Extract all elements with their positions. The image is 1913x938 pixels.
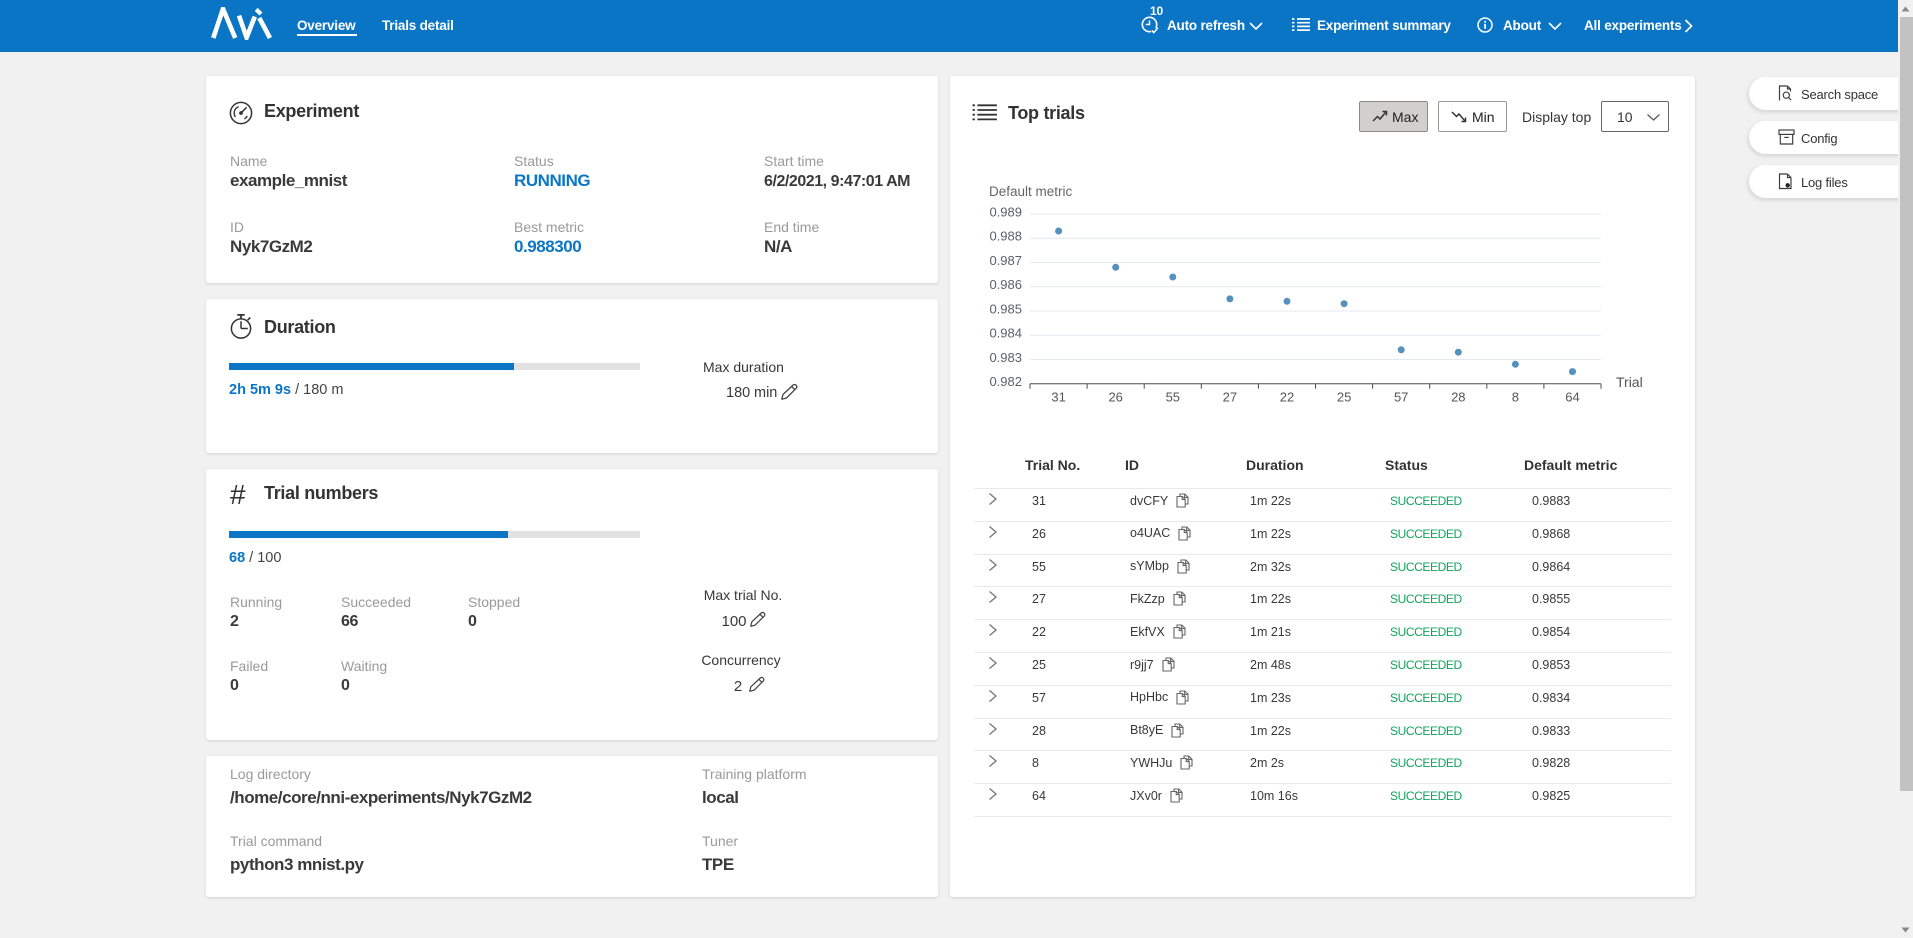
svg-text:0.987: 0.987 (989, 253, 1022, 268)
svg-text:22: 22 (1280, 390, 1294, 405)
svg-text:26: 26 (1108, 390, 1122, 405)
svg-text:8: 8 (1512, 390, 1519, 405)
svg-text:28: 28 (1451, 390, 1465, 405)
svg-text:25: 25 (1337, 390, 1351, 405)
svg-text:0.989: 0.989 (989, 205, 1022, 220)
svg-text:55: 55 (1166, 390, 1180, 405)
svg-text:0.983: 0.983 (989, 350, 1022, 365)
svg-text:0.986: 0.986 (989, 277, 1022, 292)
svg-text:0.982: 0.982 (989, 374, 1022, 389)
svg-text:0.988: 0.988 (989, 229, 1022, 244)
svg-text:27: 27 (1223, 390, 1237, 405)
svg-text:31: 31 (1051, 390, 1065, 405)
svg-text:57: 57 (1394, 390, 1408, 405)
svg-text:Default metric: Default metric (989, 184, 1073, 199)
svg-text:Trial: Trial (1616, 374, 1643, 390)
svg-text:0.985: 0.985 (989, 301, 1022, 316)
svg-text:0.984: 0.984 (989, 326, 1022, 341)
svg-text:64: 64 (1565, 390, 1579, 405)
